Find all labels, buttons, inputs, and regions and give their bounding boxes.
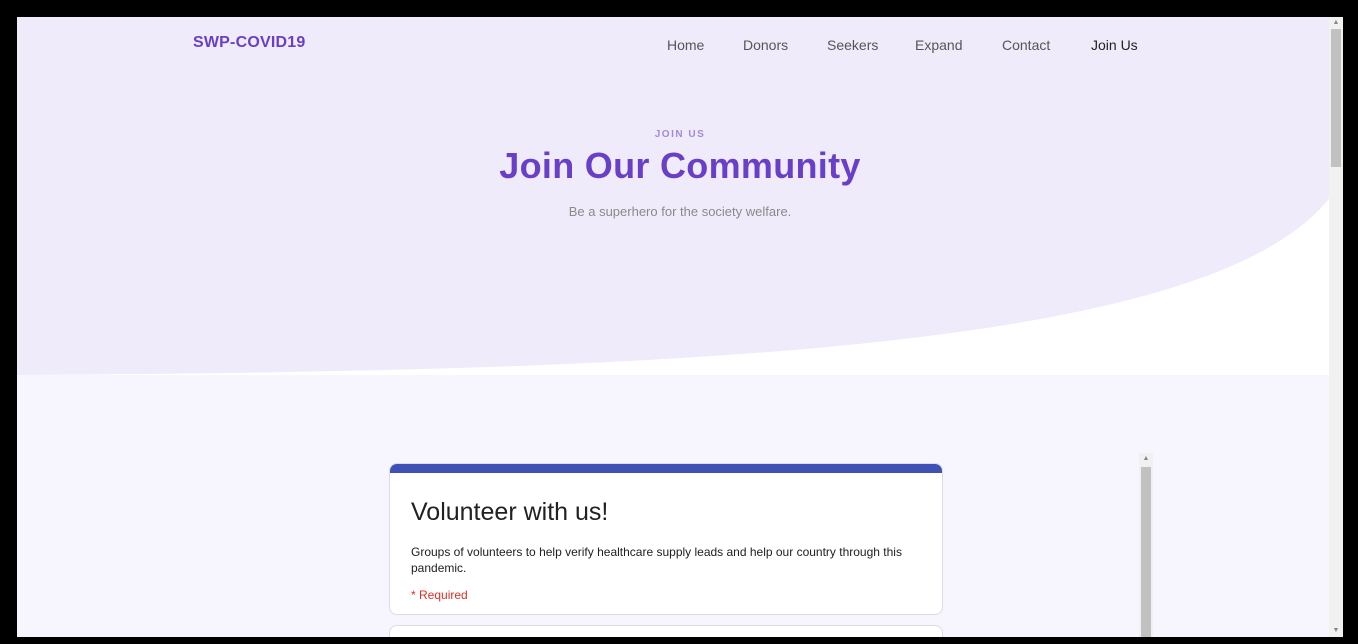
nav-links: Home Donors Seekers Expand Contact Join … [17,37,1343,57]
hero-section: SWP-COVID19 Home Donors Seekers Expand C… [17,17,1343,375]
form-required-note: * Required [411,588,468,602]
nav-link-seekers[interactable]: Seekers [827,37,878,53]
form-question-card[interactable] [389,625,943,637]
page-scroll-thumb[interactable] [1331,29,1341,167]
form-scrollbar[interactable]: ▲ [1139,453,1153,637]
page-viewport: SWP-COVID19 Home Donors Seekers Expand C… [17,17,1343,637]
page-scrollbar[interactable]: ▲ ▼ [1329,17,1343,637]
form-header-card: Volunteer with us! Groups of volunteers … [389,463,943,615]
hero-title: Join Our Community [499,145,861,186]
nav-link-donors[interactable]: Donors [743,37,788,53]
navbar: SWP-COVID19 Home Donors Seekers Expand C… [17,17,1343,73]
page-scroll-down-icon[interactable]: ▼ [1329,625,1343,637]
hero-eyebrow: JOIN US [654,129,706,140]
nav-link-contact[interactable]: Contact [1002,37,1050,53]
form-scroll-up-icon[interactable]: ▲ [1139,453,1153,465]
form-title: Volunteer with us! [411,498,609,526]
browser-frame: SWP-COVID19 Home Donors Seekers Expand C… [0,0,1358,644]
form-scroll-thumb[interactable] [1141,467,1151,637]
hero-subtitle: Be a superhero for the society welfare. [568,204,792,219]
form-accent-bar [390,464,942,473]
embedded-form-frame: Volunteer with us! Groups of volunteers … [389,453,1155,637]
nav-link-expand[interactable]: Expand [915,37,962,53]
form-description: Groups of volunteers to help verify heal… [411,545,902,575]
nav-link-join-us[interactable]: Join Us [1091,37,1138,53]
nav-link-home[interactable]: Home [667,37,704,53]
page-scroll-up-icon[interactable]: ▲ [1329,17,1343,29]
